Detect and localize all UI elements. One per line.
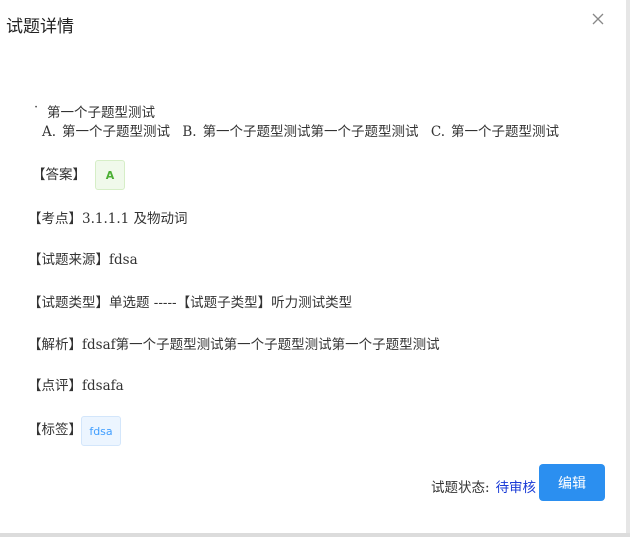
dialog-title: 试题详情 [6, 17, 74, 37]
option-b: B. 第一个子题型测试第一个子题型测试 [182, 124, 419, 140]
option-c: C. 第一个子题型测试 [430, 124, 559, 140]
close-icon[interactable] [589, 10, 607, 28]
analysis-row: 【解析】fdsaf第一个子题型测试第一个子题型测试第一个子题型测试 [28, 337, 440, 353]
option-a: A. 第一个子题型测试 [42, 124, 171, 140]
comment-row: 【点评】fdsafa [28, 378, 124, 394]
window-edge-bottom [0, 533, 630, 537]
question-detail-dialog: 试题详情 · 第一个子题型测试 A. 第一个子题型测试 B. 第一个子题型测试第一个… [0, 0, 626, 532]
question-options: A. 第一个子题型测试 B. 第一个子题型测试第一个子题型测试 C. 第一个子题型测试 [42, 120, 567, 140]
status-text: 试题状态: 待审核 [431, 480, 537, 496]
tag-item: fdsa [81, 416, 121, 446]
window-edge-right [626, 0, 630, 537]
tags-label: 【标签】 [28, 422, 82, 438]
answer-tag: A [95, 160, 125, 190]
edit-button[interactable]: 编辑 [539, 464, 605, 501]
question-title: 第一个子题型测试 [47, 105, 155, 121]
question-bullet: · [34, 100, 39, 115]
knowledge-point-row: 【考点】3.1.1.1 及物动词 [28, 211, 188, 227]
source-row: 【试题来源】fdsa [28, 252, 138, 268]
answer-label: 【答案】 [32, 167, 86, 183]
status-value: 待审核 [495, 480, 537, 496]
type-row: 【试题类型】单选题 -----【试题子类型】听力测试类型 [28, 295, 353, 311]
